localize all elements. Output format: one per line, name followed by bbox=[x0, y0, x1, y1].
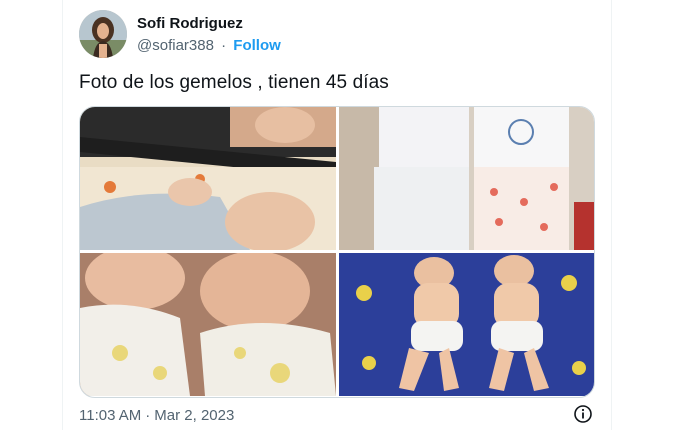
follow-button[interactable]: Follow bbox=[233, 37, 281, 54]
avatar[interactable] bbox=[79, 10, 127, 58]
tweet-text: Foto de los gemelos , tienen 45 días bbox=[79, 72, 389, 93]
tweet-time: 11:03 AM bbox=[79, 407, 142, 424]
photo-babies-in-bodysuits-icon bbox=[339, 107, 594, 250]
tweet-card: Sofi Rodriguez @sofiar388 · Follow Foto … bbox=[62, 0, 612, 430]
author-name[interactable]: Sofi Rodriguez bbox=[137, 15, 243, 32]
time-separator: · bbox=[145, 407, 151, 424]
media-photo-4[interactable] bbox=[339, 253, 594, 396]
media-photo-1[interactable] bbox=[80, 107, 336, 250]
tweet-date: Mar 2, 2023 bbox=[154, 407, 235, 424]
separator-dot: · bbox=[221, 37, 227, 54]
media-photo-3[interactable] bbox=[80, 253, 336, 396]
handle-row: @sofiar388 · Follow bbox=[137, 37, 281, 54]
photo-babies-faces-closeup-icon bbox=[80, 253, 336, 396]
author-handle[interactable]: @sofiar388 bbox=[137, 37, 214, 54]
info-icon[interactable] bbox=[573, 404, 593, 424]
media-grid bbox=[79, 106, 595, 398]
media-photo-2[interactable] bbox=[339, 107, 594, 250]
photo-babies-in-stroller-icon bbox=[80, 107, 336, 250]
photo-babies-on-blue-blanket-icon bbox=[339, 253, 594, 396]
tweet-timestamp[interactable]: 11:03 AM · Mar 2, 2023 bbox=[79, 407, 234, 424]
